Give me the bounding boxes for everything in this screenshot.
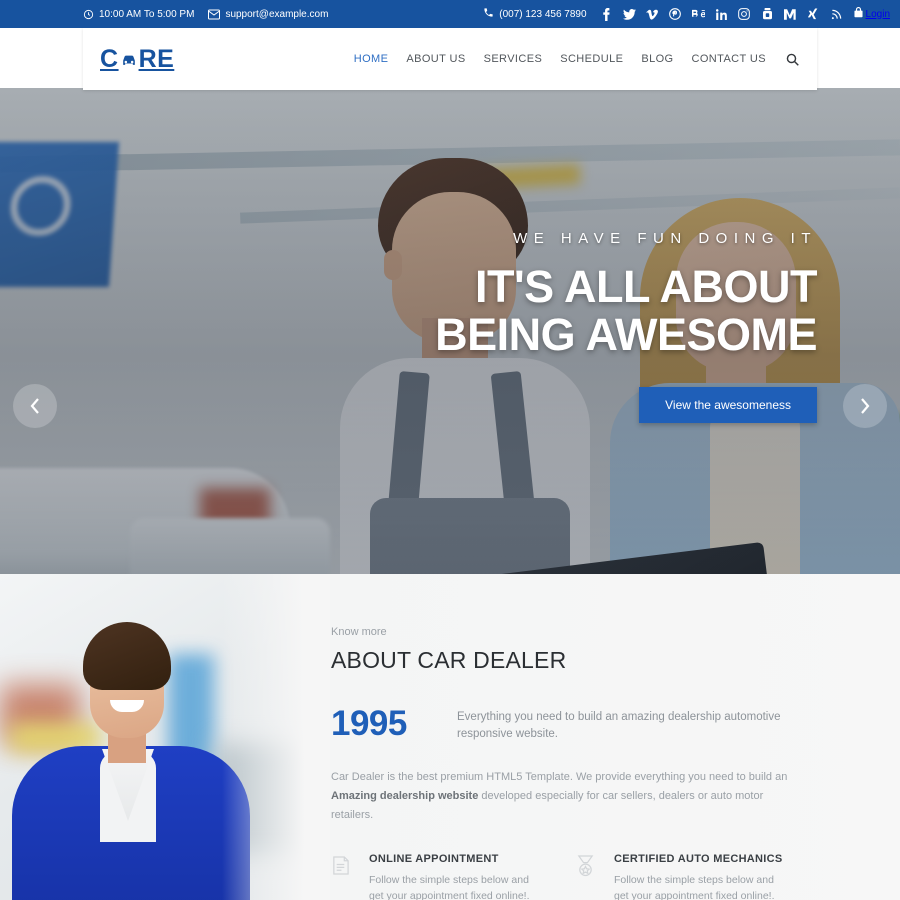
about-paragraph: Car Dealer is the best premium HTML5 Tem… <box>331 768 801 825</box>
about-title: ABOUT CAR DEALER <box>331 647 567 673</box>
login-label: Login <box>865 8 890 20</box>
lock-icon <box>853 7 863 21</box>
hero-content: WE HAVE FUN DOING IT IT'S ALL ABOUT BEIN… <box>257 88 818 574</box>
hero-subtitle: WE HAVE FUN DOING IT <box>513 229 817 247</box>
envelope-icon <box>208 9 221 20</box>
linkedin-icon[interactable] <box>715 8 728 21</box>
about-section: Know more ABOUT CAR DEALER 1995 Everythi… <box>0 574 900 900</box>
top-bar-left: 10:00 AM To 5:00 PM support@example.com <box>83 9 328 20</box>
feature-description: Follow the simple steps below and get yo… <box>614 874 775 900</box>
about-features: ONLINE APPOINTMENT Follow the simple ste… <box>331 853 821 900</box>
behance-icon[interactable] <box>691 8 705 21</box>
main-navigation: HOME ABOUT US SERVICES SCHEDULE BLOG CON… <box>354 53 799 66</box>
nav-item-about-us[interactable]: ABOUT US <box>406 53 465 65</box>
hero-cta-button[interactable]: View the awesomeness <box>639 386 817 423</box>
instagram-icon[interactable] <box>738 8 751 21</box>
feature-online-appointment: ONLINE APPOINTMENT Follow the simple ste… <box>331 853 576 900</box>
youtube-icon[interactable] <box>761 8 774 21</box>
nav-item-home[interactable]: HOME <box>354 53 389 65</box>
hero-slider: WE HAVE FUN DOING IT IT'S ALL ABOUT BEIN… <box>0 88 900 574</box>
about-content: Know more ABOUT CAR DEALER 1995 Everythi… <box>331 574 821 900</box>
medium-icon[interactable] <box>783 8 797 21</box>
vimeo-icon[interactable] <box>646 8 659 21</box>
phone-icon <box>483 7 494 21</box>
hero-title: IT'S ALL ABOUT BEING AWESOME <box>435 260 817 360</box>
top-bar: 10:00 AM To 5:00 PM support@example.com … <box>0 0 900 28</box>
about-year-description: Everything you need to build an amazing … <box>457 711 781 740</box>
top-bar-right: (007) 123 456 7890 Login <box>483 0 890 28</box>
calendar-appointment-icon <box>331 853 361 876</box>
clock-icon <box>83 9 94 20</box>
about-paragraph-part1: Car Dealer is the best premium HTML5 Tem… <box>331 771 788 783</box>
site-header: C RE HOME ABOUT US SERVICES SCHEDULE BLOG… <box>83 28 817 90</box>
nav-item-schedule[interactable]: SCHEDULE <box>560 53 623 65</box>
about-mechanic-image <box>0 574 330 900</box>
facebook-icon[interactable] <box>600 7 613 21</box>
business-hours-text: 10:00 AM To 5:00 PM <box>99 8 195 20</box>
nav-item-contact-us[interactable]: CONTACT US <box>692 53 767 65</box>
contact-phone-text: (007) 123 456 7890 <box>499 8 587 20</box>
car-icon <box>119 46 139 72</box>
contact-email[interactable]: support@example.com <box>208 9 328 20</box>
nav-item-blog[interactable]: BLOG <box>641 53 673 65</box>
feature-description: Follow the simple steps below and get yo… <box>369 874 530 900</box>
search-icon[interactable] <box>786 53 799 66</box>
social-links <box>600 7 843 21</box>
carousel-prev-icon[interactable] <box>13 384 57 428</box>
contact-phone[interactable]: (007) 123 456 7890 <box>483 7 587 21</box>
xing-icon[interactable] <box>807 8 820 21</box>
pinterest-icon[interactable] <box>669 8 682 21</box>
logo-text-rest: RE <box>138 44 175 73</box>
site-logo[interactable]: C RE <box>100 45 174 74</box>
about-eyebrow: Know more <box>331 626 387 638</box>
carousel-next-icon[interactable] <box>843 384 887 428</box>
medal-award-icon <box>576 853 606 877</box>
about-year-row: 1995 Everything you need to build an ama… <box>331 706 821 743</box>
about-year: 1995 <box>331 704 407 743</box>
about-paragraph-bold: Amazing dealership website <box>331 790 479 802</box>
twitter-icon[interactable] <box>622 8 636 21</box>
feature-certified-mechanics: CERTIFIED AUTO MECHANICS Follow the simp… <box>576 853 821 900</box>
contact-email-text: support@example.com <box>225 8 329 20</box>
login-link[interactable]: Login <box>853 7 890 21</box>
nav-item-services[interactable]: SERVICES <box>484 53 543 65</box>
feature-title: ONLINE APPOINTMENT <box>369 853 499 865</box>
logo-text-first: C <box>100 44 119 73</box>
feature-title: CERTIFIED AUTO MECHANICS <box>614 853 783 865</box>
business-hours: 10:00 AM To 5:00 PM <box>83 9 194 20</box>
rss-icon[interactable] <box>830 8 843 21</box>
